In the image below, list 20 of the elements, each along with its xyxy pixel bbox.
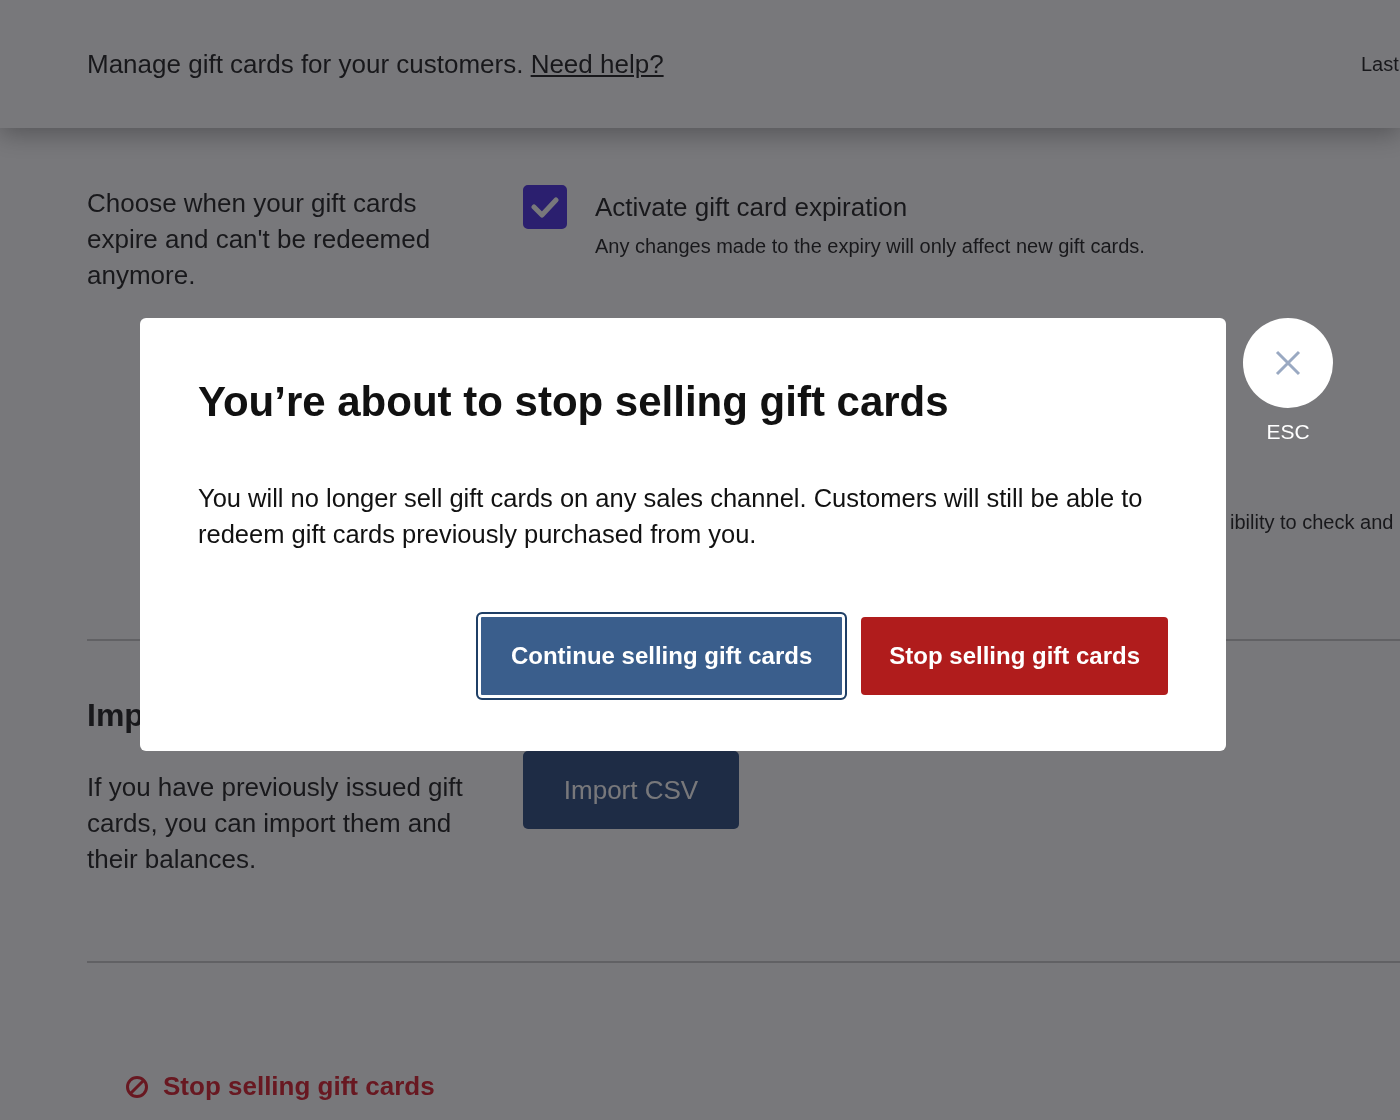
modal-button[interactable]: Continue selling gift cards [475, 612, 848, 700]
section-heading: Imp [87, 697, 145, 733]
prohibited-icon [125, 1074, 149, 1099]
checkbox[interactable] [523, 185, 567, 229]
esc-label: ESC [1266, 420, 1310, 444]
section-description: Choose when your gift cards expire and can't be redeemed anymore. [87, 187, 432, 292]
checkbox-hint: Any changes made to the expiry will only affect new gift cards. [595, 235, 1145, 258]
section-text: ibility to check and [1230, 511, 1395, 534]
header-description: Manage gift cards for your customers. Need help? [87, 48, 664, 80]
checkbox-label: Activate gift card expiration [595, 191, 909, 224]
modal-body: You will no longer sell gift cards on any sales channel. Customers will still be able to redeem gift cards previously purchased from you. [198, 483, 1144, 550]
close-icon [1275, 350, 1301, 376]
import-csv-button[interactable]: Import CSV [523, 751, 739, 829]
stop-selling-link[interactable]: Stop selling gift cards [125, 1071, 435, 1102]
header-text: Last [1361, 52, 1399, 76]
modal-title: You’re about to stop selling gift cards [198, 377, 950, 427]
check-icon [531, 196, 559, 218]
help-link[interactable]: Need help? [530, 48, 664, 79]
modal-button[interactable]: Stop selling gift cards [861, 617, 1168, 695]
section-description: If you have previously issued gift cards, you can import them and their balances. [87, 771, 464, 876]
